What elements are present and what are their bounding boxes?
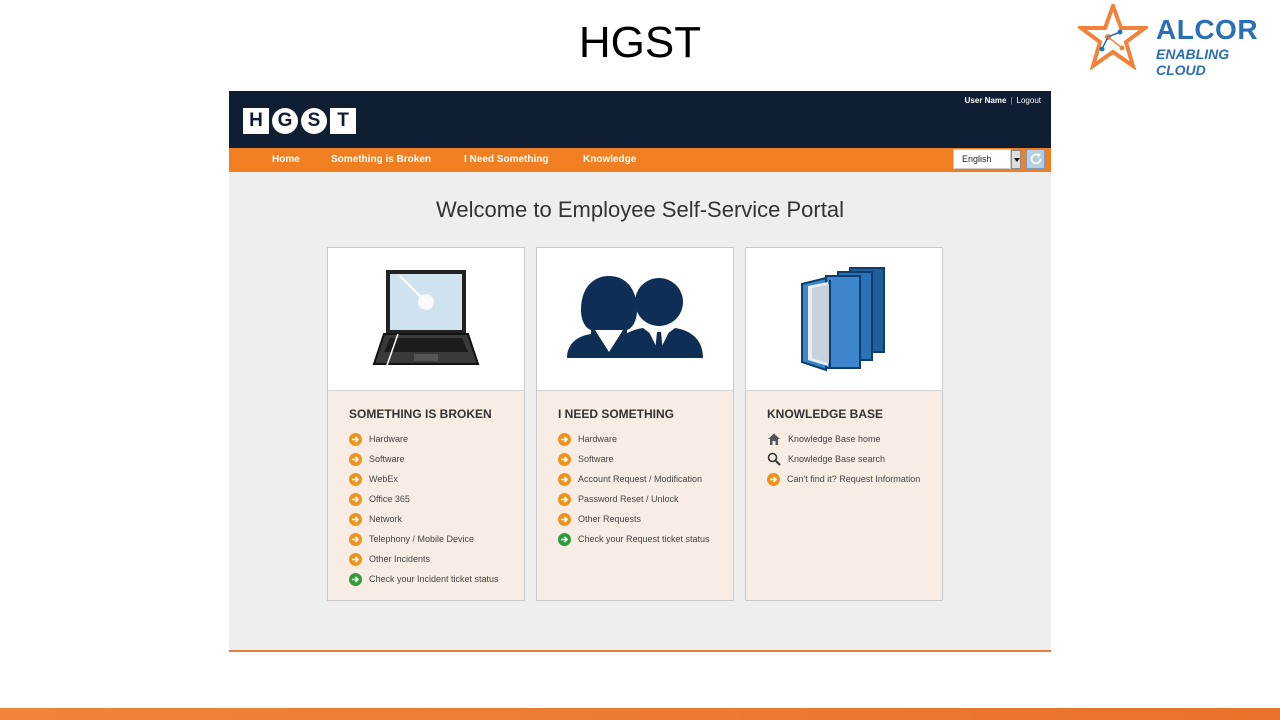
arrow-right-icon [349, 512, 362, 526]
arrow-right-icon [349, 452, 362, 466]
arrow-right-icon [558, 512, 571, 526]
list-item[interactable]: WebEx [349, 469, 499, 489]
card-something-is-broken: SOMETHING IS BROKEN Hardware Software We… [327, 247, 525, 601]
alcor-logo: ALCOR ENABLING CLOUD [1078, 4, 1273, 78]
list-item[interactable]: Password Reset / Unlock [558, 489, 710, 509]
home-icon [768, 433, 780, 445]
refresh-icon [1030, 153, 1041, 165]
link-label: Knowledge Base search [788, 454, 886, 464]
link-label: Other Requests [578, 514, 642, 524]
link-label: Software [369, 454, 405, 464]
list-item[interactable]: Other Incidents [349, 549, 499, 569]
card-image[interactable] [328, 248, 524, 391]
link-label: WebEx [369, 474, 398, 484]
logo-letter: T [330, 108, 356, 134]
refresh-button[interactable] [1026, 149, 1045, 169]
arrow-right-icon [349, 432, 362, 446]
logo-letter: S [301, 108, 327, 134]
link-label: Hardware [578, 434, 618, 444]
bottom-accent-bar [0, 708, 1280, 720]
user-links: User Name | Logout [965, 96, 1041, 105]
list-item[interactable]: Office 365 [349, 489, 499, 509]
link-label: Office 365 [369, 494, 410, 504]
welcome-heading: Welcome to Employee Self-Service Portal [436, 197, 844, 222]
language-select[interactable]: English [953, 149, 1011, 169]
list-item[interactable]: Network [349, 509, 499, 529]
arrow-right-icon [558, 492, 571, 506]
link-label: Can't find it? Request Information [787, 474, 921, 484]
card-links: Knowledge Base home Knowledge Base searc… [767, 429, 920, 489]
arrow-right-icon [349, 572, 362, 586]
nav-home[interactable]: Home [272, 154, 300, 165]
portal-screenshot: H G S T User Name | Logout Home Something … [229, 91, 1051, 652]
books-icon [801, 267, 885, 372]
logo-letter: H [243, 108, 269, 134]
card-title: I NEED SOMETHING [558, 407, 675, 421]
link-label: Software [578, 454, 614, 464]
list-item[interactable]: Knowledge Base search [767, 449, 920, 469]
list-item[interactable]: Software [349, 449, 499, 469]
link-label: Other Incidents [369, 554, 431, 564]
alcor-tagline: ENABLING CLOUD [1156, 46, 1230, 78]
separator: | [1010, 96, 1013, 105]
list-item[interactable]: Software [558, 449, 710, 469]
arrow-right-icon [349, 532, 362, 546]
card-links: Hardware Software WebEx Office 365 Netwo… [349, 429, 499, 589]
link-label: Check your Request ticket status [578, 534, 710, 544]
list-item[interactable]: Hardware [558, 429, 710, 449]
card-knowledge-base: KNOWLEDGE BASE Knowledge Base home Knowl… [745, 247, 943, 601]
arrow-right-icon [349, 552, 362, 566]
link-label: Knowledge Base home [788, 434, 881, 444]
arrow-right-icon [558, 452, 571, 466]
link-label: Telephony / Mobile Device [369, 534, 475, 544]
search-icon [767, 452, 781, 466]
link-label: Password Reset / Unlock [578, 494, 679, 504]
card-i-need-something: I NEED SOMETHING Hardware Software Accou… [536, 247, 734, 601]
alcor-star-icon [1078, 4, 1148, 70]
link-label: Account Request / Modification [578, 474, 703, 484]
list-item[interactable]: Hardware [349, 429, 499, 449]
arrow-right-icon [349, 472, 362, 486]
link-label: Check your Incident ticket status [369, 574, 499, 584]
portal-header: H G S T User Name | Logout [229, 91, 1051, 148]
people-icon [567, 276, 703, 358]
arrow-right-icon [558, 432, 571, 446]
hgst-logo[interactable]: H G S T [243, 108, 359, 134]
link-label: Network [369, 514, 403, 524]
card-links: Hardware Software Account Request / Modi… [558, 429, 710, 549]
arrow-right-icon [349, 492, 362, 506]
chevron-down-icon[interactable] [1011, 150, 1021, 169]
arrow-right-icon [558, 532, 571, 546]
card-title: KNOWLEDGE BASE [767, 407, 884, 421]
list-item[interactable]: Account Request / Modification [558, 469, 710, 489]
arrow-right-icon [558, 472, 571, 486]
user-name-link[interactable]: User Name [965, 96, 1007, 105]
list-item[interactable]: Other Requests [558, 509, 710, 529]
list-item[interactable]: Can't find it? Request Information [767, 469, 920, 489]
arrow-right-icon [767, 472, 780, 486]
list-item[interactable]: Telephony / Mobile Device [349, 529, 499, 549]
link-label: Hardware [369, 434, 409, 444]
nav-something-is-broken[interactable]: Something is Broken [331, 154, 431, 165]
nav-i-need-something[interactable]: I Need Something [464, 154, 548, 165]
list-item[interactable]: Check your Incident ticket status [349, 569, 499, 589]
broken-laptop-icon [372, 270, 480, 369]
nav-knowledge[interactable]: Knowledge [583, 154, 636, 165]
logout-link[interactable]: Logout [1017, 96, 1041, 105]
card-image[interactable] [746, 248, 942, 391]
logo-letter: G [272, 108, 298, 134]
card-title: SOMETHING IS BROKEN [349, 407, 492, 421]
list-item[interactable]: Check your Request ticket status [558, 529, 710, 549]
alcor-name: ALCOR [1156, 14, 1259, 45]
main-nav: Home Something is Broken I Need Somethin… [229, 148, 1051, 172]
card-image[interactable] [537, 248, 733, 391]
list-item[interactable]: Knowledge Base home [767, 429, 920, 449]
